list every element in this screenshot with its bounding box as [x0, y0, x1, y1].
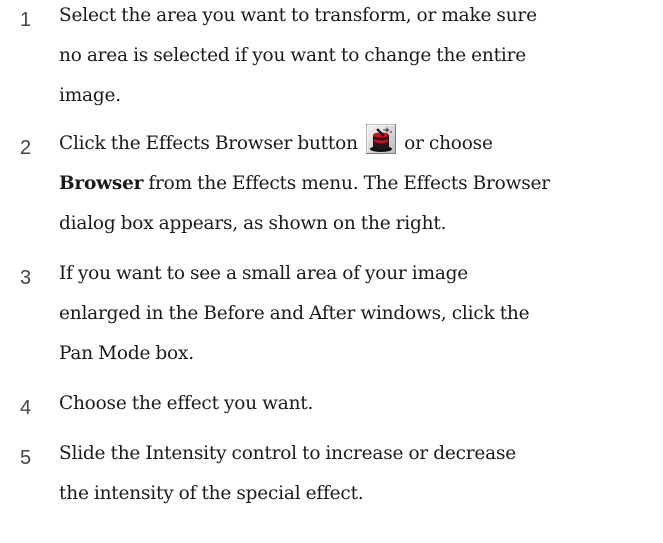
- step-line: Select the area you want to transform, o…: [59, 5, 537, 26]
- step-text-fragment: from the Effects menu. The Effects Brows…: [143, 173, 550, 194]
- step-line: image.: [59, 85, 121, 106]
- step-line: Slide the Intensity control to increase …: [59, 443, 517, 464]
- step-line: dialog box appears, as shown on the righ…: [59, 213, 447, 234]
- step-line: enlarged in the Before and After windows…: [59, 303, 530, 324]
- step-text: Select the area you want to transform, o…: [59, 0, 663, 116]
- step-number: 4: [20, 397, 32, 419]
- step-line: Pan Mode box.: [59, 343, 194, 364]
- step-text-fragment: or choose: [404, 133, 493, 154]
- step-line: the intensity of the special effect.: [59, 483, 364, 504]
- step-line: If you want to see a small area of your …: [59, 263, 469, 284]
- step-text: Click the Effects Browser button or choo…: [59, 124, 663, 244]
- step-text: Slide the Intensity control to increase …: [59, 434, 663, 514]
- step-number: 2: [20, 137, 32, 159]
- step-number: 3: [20, 267, 32, 289]
- step-line: Browser from the Effects menu. The Effec…: [59, 164, 663, 204]
- step-number: 5: [20, 447, 32, 469]
- step-text-fragment: Click the Effects Browser button: [59, 133, 358, 154]
- effects-browser-icon: [365, 124, 396, 154]
- menu-command-name: Browser: [59, 173, 144, 194]
- step-line: no area is selected if you want to chang…: [59, 45, 526, 66]
- step-line: Choose the effect you want.: [59, 393, 314, 414]
- step-number: 1: [20, 9, 32, 31]
- step-text: Choose the effect you want.: [59, 384, 663, 424]
- step-line: Click the Effects Browser button or choo…: [59, 124, 663, 164]
- step-text: If you want to see a small area of your …: [59, 254, 663, 374]
